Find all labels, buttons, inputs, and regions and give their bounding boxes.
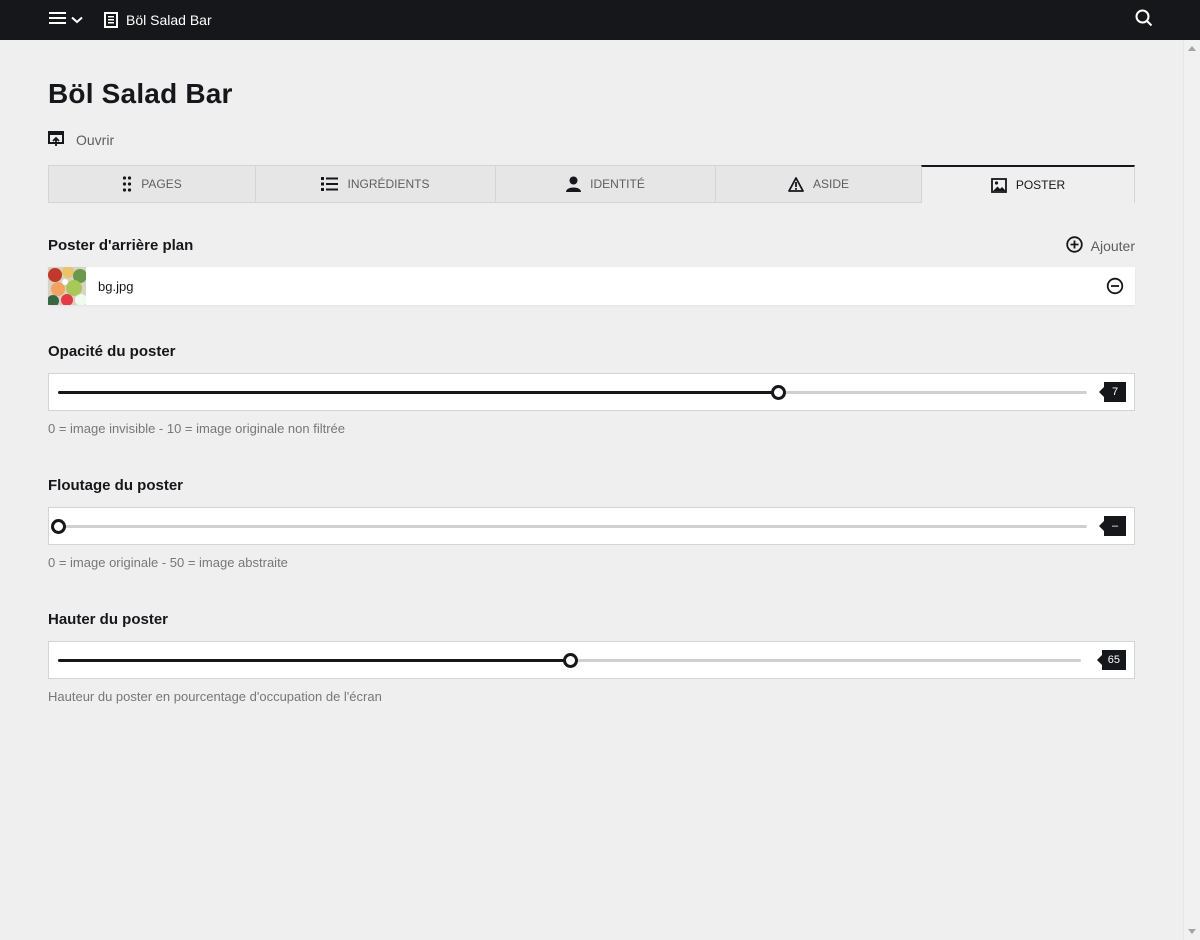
tab-label: PAGES	[141, 177, 182, 191]
search-button[interactable]	[1128, 0, 1160, 40]
slider-track[interactable]	[51, 519, 1087, 534]
height-slider[interactable]: 65	[48, 641, 1135, 679]
file-thumbnail	[48, 267, 86, 305]
scroll-up-arrow-icon[interactable]	[1188, 46, 1196, 51]
list-icon	[321, 177, 339, 191]
drag-dots-icon	[122, 176, 132, 192]
top-bar: Böl Salad Bar	[0, 0, 1200, 40]
page-icon	[104, 12, 118, 28]
tab-label: POSTER	[1015, 178, 1066, 192]
poster-field-label: Poster d'arrière plan	[48, 237, 194, 254]
image-icon	[990, 177, 1007, 193]
slider-track[interactable]	[58, 653, 1081, 668]
file-item[interactable]: bg.jpg	[48, 267, 1135, 305]
tab-poster[interactable]: POSTER	[921, 165, 1135, 203]
slider-handle[interactable]	[562, 653, 578, 668]
slider-fill	[58, 391, 779, 394]
blur-help-text: 0 = image originale - 50 = image abstrai…	[48, 555, 288, 570]
value-badge: –	[1099, 516, 1126, 536]
minus-circle-icon	[1105, 277, 1125, 300]
warning-icon	[788, 176, 804, 192]
value-badge: 7	[1099, 382, 1126, 402]
opacity-label: Opacité du poster	[48, 343, 176, 360]
blur-slider[interactable]: –	[48, 507, 1135, 545]
add-button[interactable]: Ajouter	[1065, 236, 1135, 256]
menu-button[interactable]	[40, 0, 92, 40]
slider-track[interactable]	[58, 385, 1087, 400]
add-label: Ajouter	[1090, 238, 1135, 254]
hamburger-icon	[49, 11, 67, 30]
height-help-text: Hauteur du poster en pourcentage d'occup…	[48, 689, 382, 704]
blur-label: Floutage du poster	[48, 477, 183, 494]
tab-label: IDENTITÉ	[590, 177, 645, 191]
tab-ingredients[interactable]: INGRÉDIENTS	[255, 165, 495, 203]
remove-button[interactable]	[1105, 276, 1125, 296]
chevron-down-icon	[71, 11, 83, 29]
plus-circle-icon	[1065, 236, 1083, 256]
open-label: Ouvrir	[76, 132, 115, 148]
open-external-icon	[48, 130, 64, 150]
tab-identity[interactable]: IDENTITÉ	[495, 165, 715, 203]
breadcrumb-label: Böl Salad Bar	[126, 12, 212, 28]
tab-label: INGRÉDIENTS	[347, 177, 430, 191]
tab-pages[interactable]: PAGES	[48, 165, 255, 203]
slider-handle[interactable]	[771, 385, 787, 400]
tab-label: ASIDE	[812, 177, 849, 191]
slider-fill	[58, 659, 570, 662]
user-icon	[566, 176, 582, 192]
tab-aside[interactable]: ASIDE	[715, 165, 921, 203]
breadcrumb[interactable]: Böl Salad Bar	[104, 0, 212, 40]
height-label: Hauter du poster	[48, 611, 169, 628]
slider-handle[interactable]	[51, 519, 66, 534]
file-name: bg.jpg	[98, 278, 134, 294]
search-icon	[1135, 9, 1153, 32]
opacity-help-text: 0 = image invisible - 10 = image origina…	[48, 421, 346, 436]
page-title: Böl Salad Bar	[48, 78, 233, 109]
vertical-scrollbar[interactable]	[1183, 40, 1200, 940]
scroll-down-arrow-icon[interactable]	[1188, 929, 1196, 934]
opacity-slider[interactable]: 7	[48, 373, 1135, 411]
open-button[interactable]: Ouvrir	[48, 130, 114, 150]
tab-bar: PAGES INGRÉDIENTS IDENTITÉ ASIDE POSTER	[48, 165, 1135, 203]
value-badge: 65	[1096, 650, 1126, 670]
